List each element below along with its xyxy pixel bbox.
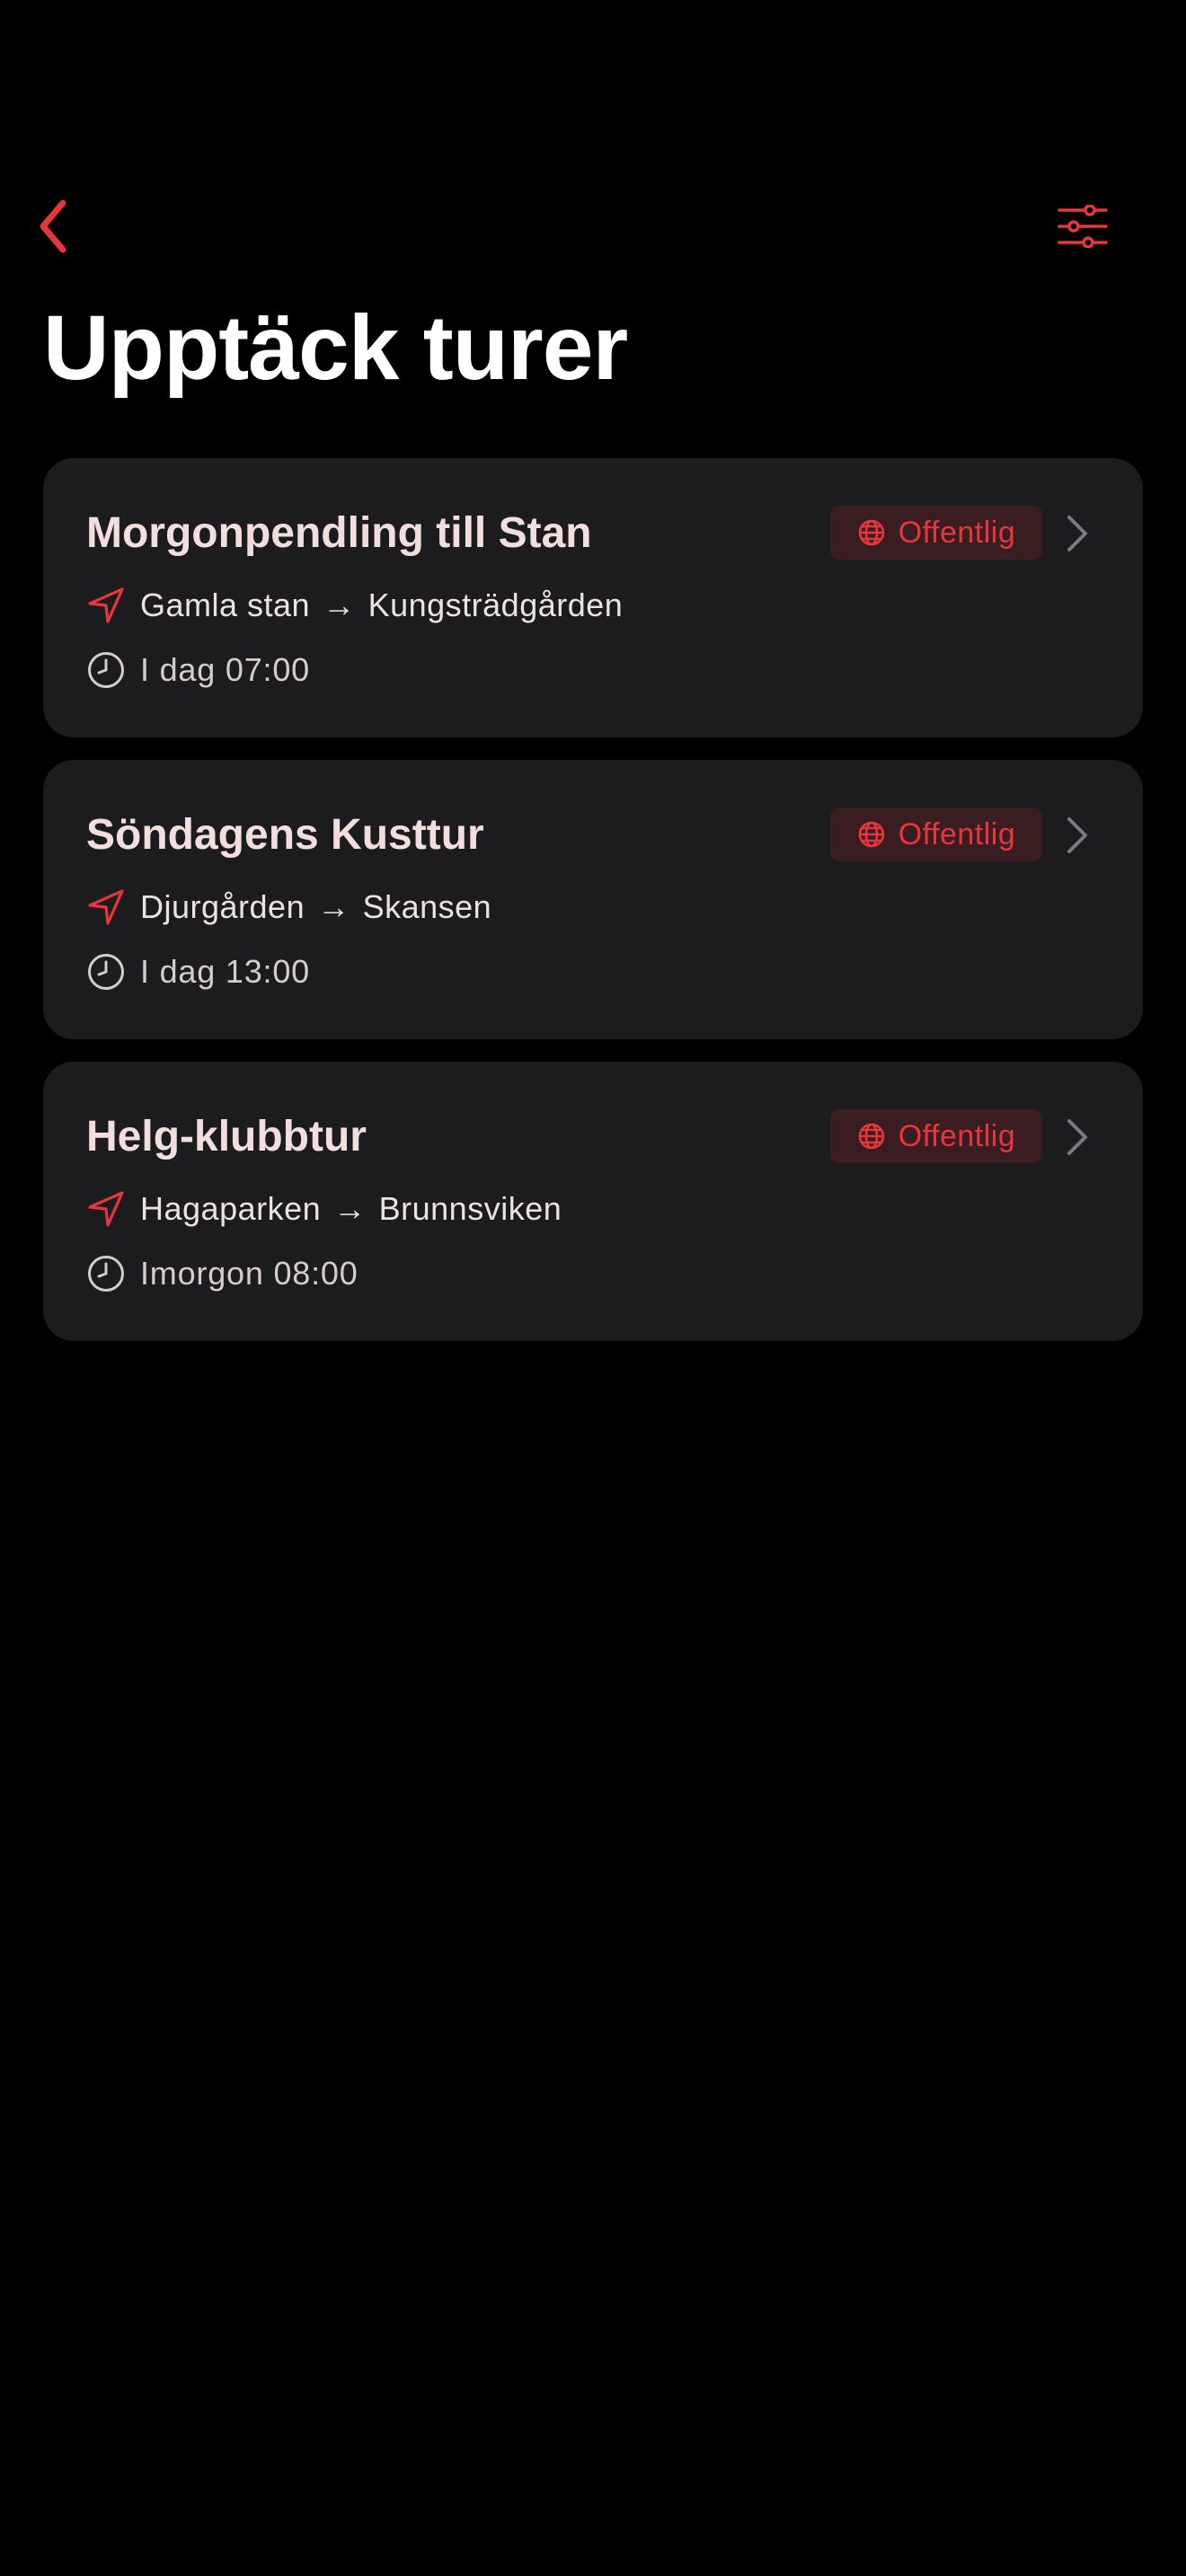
clock-icon	[86, 952, 126, 992]
badge-label: Offentlig	[898, 515, 1016, 550]
trip-title: Morgonpendling till Stan	[86, 509, 592, 557]
route-arrow: →	[333, 1190, 367, 1227]
route-text: Gamla stan → Kungsträdgården	[140, 586, 623, 625]
back-button[interactable]	[22, 194, 86, 259]
trip-list: Morgonpendling till Stan Offentlig Gamla…	[43, 458, 1143, 1363]
sliders-icon	[1058, 205, 1108, 248]
visibility-badge: Offentlig	[830, 1109, 1042, 1163]
navigation-arrow-icon	[86, 887, 126, 927]
clock-icon	[86, 1254, 126, 1293]
chevron-right-icon	[1067, 516, 1087, 551]
route-arrow: →	[323, 587, 356, 623]
globe-icon	[858, 821, 885, 848]
badge-label: Offentlig	[898, 1118, 1016, 1153]
navigation-arrow-icon	[86, 586, 126, 625]
chevron-right-icon	[1067, 1119, 1087, 1155]
badge-label: Offentlig	[898, 816, 1016, 851]
route-text: Djurgården → Skansen	[140, 887, 491, 927]
visibility-badge: Offentlig	[830, 807, 1042, 861]
time-row: I dag 07:00	[86, 650, 310, 690]
route-from: Gamla stan	[140, 587, 311, 623]
trip-title: Söndagens Kusttur	[86, 811, 484, 859]
time-text: Imorgon 08:00	[140, 1255, 358, 1292]
route-from: Hagaparken	[140, 1190, 322, 1227]
navigation-bar	[0, 180, 1186, 269]
chevron-left-icon	[40, 199, 66, 253]
globe-icon	[858, 1123, 885, 1150]
page-title: Upptäck turer	[43, 296, 628, 399]
route-to: Brunnsviken	[378, 1190, 562, 1227]
chevron-right-icon	[1067, 817, 1087, 853]
route-row: Gamla stan → Kungsträdgården	[86, 586, 623, 625]
clock-icon	[86, 650, 126, 690]
filter-button[interactable]	[1047, 194, 1119, 259]
time-text: I dag 13:00	[140, 953, 310, 990]
route-row: Djurgården → Skansen	[86, 887, 491, 927]
route-text: Hagaparken → Brunnsviken	[140, 1189, 562, 1229]
navigation-arrow-icon	[86, 1189, 126, 1229]
trip-title: Helg-klubbtur	[86, 1113, 367, 1160]
trip-card[interactable]: Morgonpendling till Stan Offentlig Gamla…	[43, 458, 1143, 737]
globe-icon	[858, 519, 885, 546]
route-to: Skansen	[362, 888, 492, 925]
trip-card[interactable]: Söndagens Kusttur Offentlig Djurgården →…	[43, 760, 1143, 1039]
route-row: Hagaparken → Brunnsviken	[86, 1189, 562, 1229]
route-to: Kungsträdgården	[367, 587, 624, 623]
route-arrow: →	[317, 888, 350, 925]
route-from: Djurgården	[140, 888, 305, 925]
time-row: Imorgon 08:00	[86, 1254, 358, 1293]
time-text: I dag 07:00	[140, 651, 310, 688]
visibility-badge: Offentlig	[830, 506, 1042, 560]
time-row: I dag 13:00	[86, 952, 310, 992]
trip-card[interactable]: Helg-klubbtur Offentlig Hagaparken → Bru…	[43, 1062, 1143, 1341]
